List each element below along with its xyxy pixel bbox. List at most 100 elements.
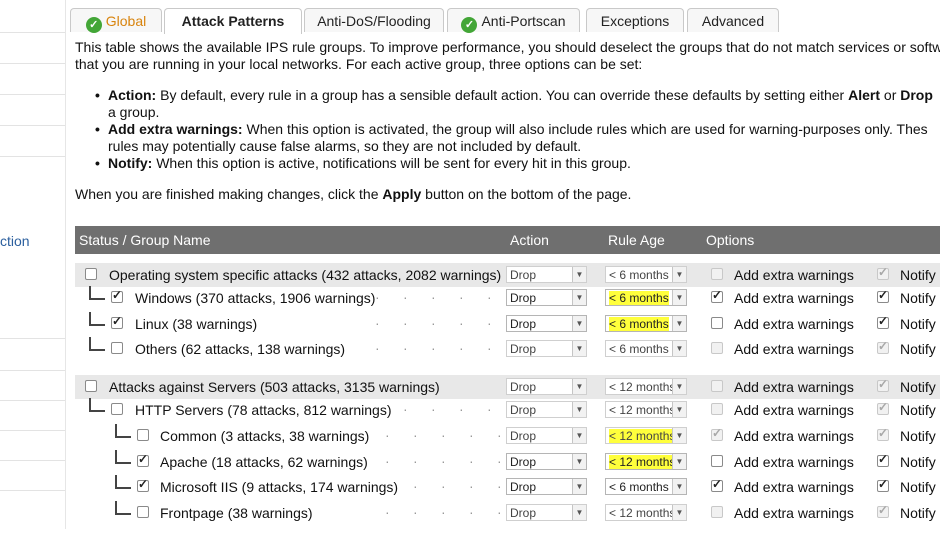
notify-checkbox[interactable] <box>877 377 889 392</box>
action-select[interactable]: Drop ▼ <box>506 378 587 395</box>
notify-checkbox[interactable] <box>877 400 889 415</box>
action-select[interactable]: Drop ▼ <box>506 453 587 470</box>
rule-age-select[interactable]: < 12 months ▼ <box>605 401 687 418</box>
group-enable-checkbox[interactable] <box>111 314 123 329</box>
notify-checkbox[interactable] <box>877 426 889 441</box>
tab-global[interactable]: ✓ Global <box>70 8 162 33</box>
bullet-notify: Notify: When this option is active, noti… <box>95 155 631 171</box>
bullet-continuation: rules may potentially cause false alarms… <box>108 138 582 154</box>
table-row: Apache (18 attacks, 62 warnings)· · · · … <box>75 450 940 474</box>
action-select[interactable]: Drop ▼ <box>506 315 587 332</box>
notify-checkbox[interactable] <box>877 265 889 280</box>
tab-label: Advanced <box>701 13 765 29</box>
tree-connector <box>115 424 131 438</box>
tab-bar: ✓ Global Attack Patterns Anti-DoS/Floodin… <box>70 8 940 34</box>
extra-warnings-label: Add extra warnings <box>734 428 854 444</box>
extra-warnings-checkbox[interactable] <box>711 403 723 415</box>
table-row: Attacks against Servers (503 attacks, 31… <box>75 375 940 399</box>
chevron-down-icon: ▼ <box>672 402 686 417</box>
rule-age-value: < 6 months <box>609 291 669 305</box>
extra-warnings-checkbox[interactable] <box>711 288 723 303</box>
action-select[interactable]: Drop ▼ <box>506 427 587 444</box>
notify-checkbox[interactable] <box>877 477 889 492</box>
action-select[interactable]: Drop ▼ <box>506 289 587 306</box>
header-action: Action <box>510 232 549 248</box>
extra-warnings-checkbox[interactable] <box>711 342 723 354</box>
extra-warnings-checkbox[interactable] <box>711 317 723 329</box>
rule-age-value: < 12 months <box>609 455 676 469</box>
check-icon: ✓ <box>85 17 102 33</box>
header-rule-age: Rule Age <box>608 232 665 248</box>
group-name: Linux (38 warnings) <box>135 316 258 332</box>
notify-checkbox[interactable] <box>877 503 889 518</box>
notify-checkbox[interactable] <box>877 288 889 303</box>
group-name: HTTP Servers (78 attacks, 812 warnings) <box>135 402 392 418</box>
action-select[interactable]: Drop ▼ <box>506 504 587 521</box>
notify-label: Notify <box>900 316 936 332</box>
tree-connector <box>89 337 105 351</box>
extra-warnings-checkbox[interactable] <box>711 380 723 392</box>
tree-connector <box>89 286 105 300</box>
apply-term: Apply <box>382 186 422 202</box>
notify-checkbox[interactable] <box>877 452 889 467</box>
rule-age-select[interactable]: < 12 months ▼ <box>605 378 687 395</box>
extra-warnings-checkbox[interactable] <box>711 455 723 467</box>
tab-exceptions[interactable]: Exceptions <box>586 8 684 32</box>
chevron-down-icon: ▼ <box>672 290 686 305</box>
extra-warnings-label: Add extra warnings <box>734 479 854 495</box>
notify-checkbox[interactable] <box>877 339 889 354</box>
chevron-down-icon: ▼ <box>572 428 586 443</box>
intro-line-1: This table shows the available IPS rule … <box>75 39 940 55</box>
rule-age-select[interactable]: < 12 months ▼ <box>605 453 687 470</box>
action-select[interactable]: Drop ▼ <box>506 266 587 283</box>
chevron-down-icon: ▼ <box>672 454 686 469</box>
tab-advanced[interactable]: Advanced <box>687 8 779 32</box>
extra-warnings-label: Add extra warnings <box>734 379 854 395</box>
chevron-down-icon: ▼ <box>672 479 686 494</box>
bullet-term: Notify: <box>108 155 153 171</box>
sidebar-divider <box>0 490 65 491</box>
notify-label: Notify <box>900 267 936 283</box>
extra-warnings-label: Add extra warnings <box>734 290 854 306</box>
group-enable-checkbox[interactable] <box>111 403 123 415</box>
rule-age-select[interactable]: < 12 months ▼ <box>605 427 687 444</box>
bullet-bold: Alert <box>848 87 881 103</box>
rule-groups-table: Status / Group Name Action Rule Age Opti… <box>75 226 940 536</box>
tab-anti-portscan[interactable]: ✓ Anti-Portscan <box>447 8 580 33</box>
chevron-down-icon: ▼ <box>572 454 586 469</box>
group-enable-checkbox[interactable] <box>137 506 149 518</box>
bullet-continuation: a group. <box>108 104 160 120</box>
table-row: Linux (38 warnings)· · · · · ·Drop▼< 6 m… <box>75 312 940 336</box>
rule-age-select[interactable]: < 6 months ▼ <box>605 478 687 495</box>
tab-anti-dos-flooding[interactable]: Anti-DoS/Flooding <box>304 8 444 32</box>
group-enable-checkbox[interactable] <box>111 288 123 303</box>
action-value: Drop <box>510 268 537 282</box>
rule-age-select[interactable]: < 6 months ▼ <box>605 289 687 306</box>
action-select[interactable]: Drop ▼ <box>506 340 587 357</box>
leader-dots: · · · · · · <box>375 340 520 356</box>
group-enable-checkbox[interactable] <box>111 342 123 354</box>
extra-warnings-checkbox[interactable] <box>711 426 723 441</box>
bullet-text: By default, every rule in a group has a … <box>156 87 849 103</box>
sidebar-item-label[interactable]: ction <box>0 233 30 249</box>
rule-age-select[interactable]: < 6 months ▼ <box>605 266 687 283</box>
tab-attack-patterns[interactable]: Attack Patterns <box>164 8 302 34</box>
extra-warnings-checkbox[interactable] <box>711 268 723 280</box>
action-select[interactable]: Drop ▼ <box>506 478 587 495</box>
extra-warnings-checkbox[interactable] <box>711 477 723 492</box>
rule-age-select[interactable]: < 6 months ▼ <box>605 315 687 332</box>
group-enable-checkbox[interactable] <box>85 380 97 392</box>
group-name: Frontpage (38 warnings) <box>160 505 313 521</box>
group-enable-checkbox[interactable] <box>137 452 149 467</box>
notify-label: Notify <box>900 428 936 444</box>
group-enable-checkbox[interactable] <box>137 477 149 492</box>
notify-checkbox[interactable] <box>877 314 889 329</box>
rule-age-value: < 12 months <box>609 506 676 520</box>
rule-age-select[interactable]: < 6 months ▼ <box>605 340 687 357</box>
group-enable-checkbox[interactable] <box>137 429 149 441</box>
group-enable-checkbox[interactable] <box>85 268 97 280</box>
action-select[interactable]: Drop ▼ <box>506 401 587 418</box>
rule-age-value: < 6 months <box>609 268 669 282</box>
rule-age-select[interactable]: < 12 months ▼ <box>605 504 687 521</box>
extra-warnings-checkbox[interactable] <box>711 506 723 518</box>
